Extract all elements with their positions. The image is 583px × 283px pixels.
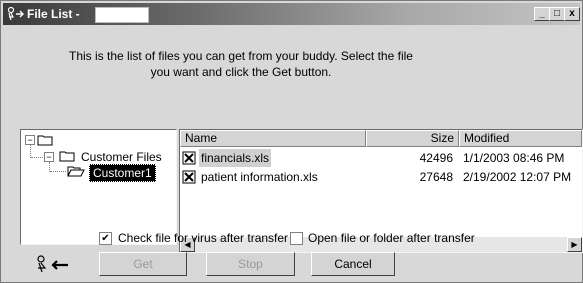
tree-connector	[31, 157, 43, 158]
cancel-button[interactable]: Cancel	[311, 252, 395, 276]
title-bar[interactable]: File List - _ □ x	[3, 3, 580, 25]
excel-file-icon	[182, 170, 196, 184]
instructions-text: This is the list of files you can get fr…	[69, 49, 413, 79]
root-folder-icon	[37, 135, 53, 146]
file-row[interactable]: patient information.xls 27648 2/19/2002 …	[180, 168, 582, 186]
customer-files-expander-icon[interactable]: −	[44, 152, 54, 162]
virus-check-label: Check file for virus after transfer	[118, 231, 289, 245]
open-after-transfer-label: Open file or folder after transfer	[308, 231, 475, 245]
get-button[interactable]: Get	[99, 252, 187, 276]
tree-item-customer-files[interactable]: Customer Files	[81, 149, 162, 165]
open-after-transfer-checkbox[interactable]	[290, 232, 303, 245]
column-header-size[interactable]: Size	[366, 130, 459, 147]
window-title: File List -	[27, 7, 80, 21]
column-header-name[interactable]: Name	[180, 130, 366, 147]
stop-button[interactable]: Stop	[206, 252, 295, 276]
scroll-right-icon[interactable]: ▶	[567, 237, 582, 252]
folder-tree[interactable]: − − Customer Files Customer1	[20, 129, 177, 245]
file-size: 42496	[419, 151, 453, 165]
file-row[interactable]: financials.xls 42496 1/1/2003 08:46 PM	[180, 149, 582, 167]
buddy-name-field	[95, 7, 149, 23]
column-header-modified[interactable]: Modified	[459, 130, 582, 147]
file-name: patient information.xls	[201, 170, 318, 184]
file-name: financials.xls	[199, 149, 272, 167]
file-list-window: File List - _ □ x This is the list of fi…	[0, 0, 583, 283]
excel-file-icon	[182, 151, 196, 165]
tree-connector	[50, 171, 66, 172]
buddy-send-icon	[37, 255, 68, 273]
virus-check-checkbox[interactable]: ✔	[99, 232, 112, 245]
close-button[interactable]: x	[564, 7, 580, 21]
folder-icon	[59, 151, 75, 162]
file-modified: 1/1/2003 08:46 PM	[463, 151, 565, 165]
minimize-button[interactable]: _	[534, 7, 550, 21]
tree-item-customer1[interactable]: Customer1	[89, 164, 156, 182]
buddy-transfer-icon	[7, 6, 24, 21]
file-modified: 2/19/2002 12:07 PM	[463, 170, 572, 184]
maximize-button[interactable]: □	[549, 7, 565, 21]
file-size: 27648	[419, 170, 453, 184]
root-expander-icon[interactable]: −	[25, 135, 35, 145]
open-folder-icon	[67, 166, 85, 177]
